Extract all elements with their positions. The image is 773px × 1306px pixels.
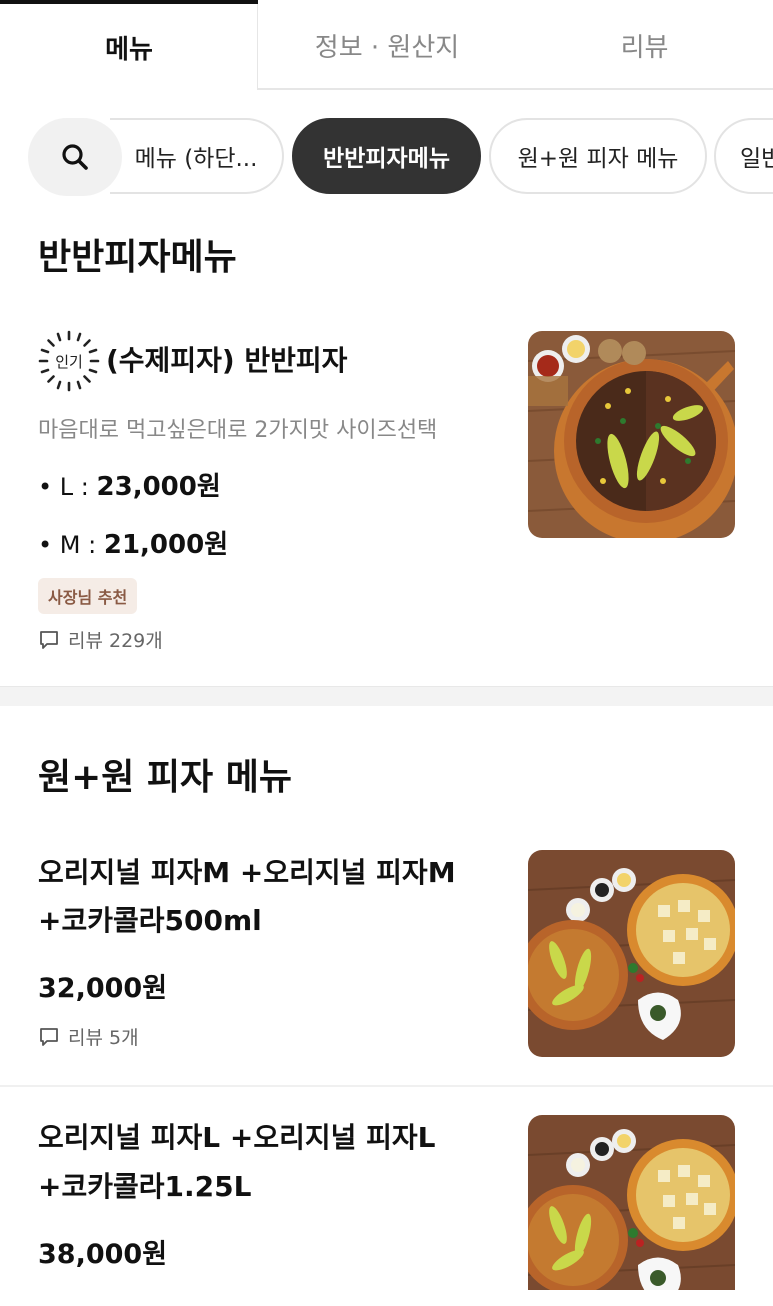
price-line-large: • L : 23,000원 — [38, 466, 221, 503]
popular-badge-label: 인기 — [55, 353, 83, 371]
review-count: 리뷰 5개 — [38, 1023, 139, 1050]
tab-divider — [257, 4, 258, 90]
tab-info-origin[interactable]: 정보 · 원산지 — [258, 0, 516, 90]
price-line-medium: • M : 21,000원 — [38, 524, 228, 561]
pizza-photo-half-half[interactable] — [528, 331, 735, 538]
chip-general[interactable]: 일반 — [714, 118, 773, 194]
chip-one-plus-one-pizza[interactable]: 원+원 피자 메뉴 — [489, 118, 707, 194]
menu-item-name: (수제피자) 반반피자 — [106, 344, 348, 377]
size-label: • M : — [38, 531, 97, 559]
section-divider — [0, 686, 773, 706]
section-title-half-half: 반반피자메뉴 — [38, 237, 237, 278]
search-icon — [62, 144, 88, 170]
menu-item-description: 마음대로 먹고싶은대로 2가지맛 사이즈선택 — [38, 418, 438, 443]
review-count-label: 리뷰 229개 — [68, 630, 163, 652]
popular-badge-icon: 인기 — [38, 330, 100, 392]
speech-bubble-icon — [40, 630, 58, 649]
search-button[interactable] — [28, 118, 122, 196]
tab-bar: 메뉴 정보 · 원산지 리뷰 — [0, 0, 773, 90]
menu-item-price: 32,000원 — [38, 973, 168, 1004]
category-chip-bar: 메뉴 (하단... 반반피자메뉴 원+원 피자 메뉴 일반 — [0, 112, 773, 200]
menu-item-price: 38,000원 — [38, 1239, 168, 1270]
tab-menu[interactable]: 메뉴 — [0, 0, 258, 90]
section-title-one-plus-one: 원+원 피자 메뉴 — [38, 757, 292, 798]
review-count: 리뷰 229개 — [38, 626, 163, 653]
chip-half-half-pizza[interactable]: 반반피자메뉴 — [292, 118, 481, 194]
chip-menu-bottom[interactable]: 메뉴 (하단... — [110, 118, 284, 194]
review-count-label: 리뷰 5개 — [68, 1027, 139, 1049]
menu-item-name-line2: +코카콜라1.25L — [38, 1170, 252, 1203]
item-divider — [0, 1085, 773, 1087]
menu-item-name-line1: 오리지널 피자M +오리지널 피자M — [38, 856, 456, 889]
pizza-photo-original-m-set[interactable] — [528, 850, 735, 1057]
size-label: • L : — [38, 473, 89, 501]
price-value: 21,000원 — [103, 530, 229, 560]
price-value: 23,000원 — [96, 472, 221, 502]
speech-bubble-icon — [40, 1027, 58, 1046]
menu-item-name-line2: +코카콜라500ml — [38, 904, 262, 937]
owner-recommend-tag: 사장님 추천 — [38, 578, 138, 614]
pizza-photo-original-l-set[interactable] — [528, 1115, 735, 1290]
menu-item-name-line1: 오리지널 피자L +오리지널 피자L — [38, 1121, 436, 1154]
tab-reviews[interactable]: 리뷰 — [516, 0, 773, 90]
